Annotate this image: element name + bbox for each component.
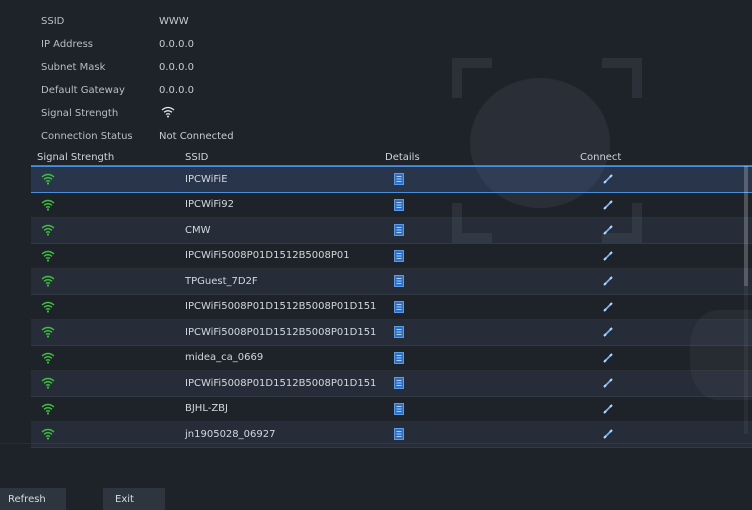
info-value: 0.0.0.0: [159, 62, 194, 73]
wifi-icon: [31, 199, 171, 211]
details-icon[interactable]: [371, 428, 566, 441]
details-icon[interactable]: [371, 224, 566, 237]
table-row[interactable]: IPCWiFiE: [31, 166, 752, 193]
details-icon[interactable]: [371, 249, 566, 262]
header-connect: Connect: [580, 152, 622, 163]
wifi-icon: [31, 275, 171, 287]
wifi-network-table: Signal Strength SSID Details Connect IPC…: [31, 150, 752, 448]
info-row-default-gateway: Default Gateway 0.0.0.0: [0, 79, 260, 102]
connect-icon[interactable]: [566, 225, 752, 235]
wifi-icon: [159, 106, 175, 121]
connect-icon[interactable]: [566, 302, 752, 312]
connect-icon[interactable]: [566, 174, 752, 184]
wifi-icon: [31, 301, 171, 313]
ssid-cell: IPCWiFi5008P01D1512B5008P01D151: [185, 326, 377, 338]
connect-icon[interactable]: [566, 378, 752, 388]
header-details: Details: [385, 152, 420, 163]
connect-icon[interactable]: [566, 327, 752, 337]
connection-status-value: Not Connected: [159, 131, 234, 142]
details-icon[interactable]: [371, 275, 566, 288]
connect-icon[interactable]: [566, 276, 752, 286]
ssid-cell: BJHL-ZBJ: [185, 403, 228, 415]
info-label: Signal Strength: [41, 108, 119, 119]
info-row-signal-strength: Signal Strength: [0, 102, 260, 125]
exit-button[interactable]: Exit: [103, 488, 165, 510]
info-row-connection-status: Connection Status Not Connected: [0, 125, 260, 148]
connect-icon[interactable]: [566, 353, 752, 363]
ssid-cell: midea_ca_0669: [185, 352, 264, 364]
info-label: SSID: [41, 16, 65, 27]
info-row-subnet-mask: Subnet Mask 0.0.0.0: [0, 56, 260, 79]
connect-icon[interactable]: [566, 251, 752, 261]
ssid-cell: TPGuest_7D2F: [185, 275, 258, 287]
details-icon[interactable]: [371, 198, 566, 211]
info-label: Connection Status: [41, 131, 133, 142]
ssid-cell: IPCWiFi5008P01D1512B5008P01D151: [185, 301, 377, 313]
wifi-icon: [31, 428, 171, 440]
info-value: WWW: [159, 16, 189, 27]
info-label: Default Gateway: [41, 85, 125, 96]
refresh-button[interactable]: Refresh: [0, 488, 66, 510]
details-icon[interactable]: [371, 351, 566, 364]
table-row[interactable]: TPGuest_7D2F: [31, 269, 752, 295]
table-row[interactable]: CMW: [31, 218, 752, 244]
details-icon[interactable]: [371, 300, 566, 313]
table-row[interactable]: midea_ca_0669: [31, 346, 752, 371]
wifi-icon: [31, 377, 171, 389]
details-icon[interactable]: [371, 326, 566, 339]
connect-icon[interactable]: [566, 200, 752, 210]
wifi-icon: [31, 326, 171, 338]
wifi-icon: [31, 352, 171, 364]
ssid-cell: IPCWiFi5008P01D1512B5008P01D151: [185, 377, 377, 389]
ssid-cell: CMW: [185, 224, 211, 236]
table-row[interactable]: IPCWiFi5008P01D1512B5008P01: [31, 244, 752, 269]
table-body: IPCWiFiE IPCWiFi92 CMW IPCWiFi5008P01D1512B…: [31, 166, 752, 448]
details-icon[interactable]: [371, 377, 566, 390]
info-label: Subnet Mask: [41, 62, 106, 73]
table-row[interactable]: IPCWiFi5008P01D1512B5008P01D151: [31, 371, 752, 397]
details-icon[interactable]: [371, 402, 566, 415]
wifi-info-panel: SSID WWW IP Address 0.0.0.0 Subnet Mask …: [0, 10, 260, 148]
table-scrollbar[interactable]: [744, 166, 748, 434]
table-row[interactable]: BJHL-ZBJ: [31, 397, 752, 422]
scrollbar-thumb[interactable]: [744, 166, 748, 286]
table-row[interactable]: IPCWiFi5008P01D1512B5008P01D151: [31, 320, 752, 346]
table-row[interactable]: IPCWiFi92: [31, 193, 752, 218]
wifi-icon: [31, 173, 171, 185]
table-row[interactable]: IPCWiFi5008P01D1512B5008P01D151: [31, 295, 752, 320]
ssid-cell: jn1905028_06927: [185, 428, 276, 440]
connect-icon[interactable]: [566, 404, 752, 414]
details-icon[interactable]: [371, 173, 566, 186]
divider: [0, 443, 752, 444]
wifi-icon: [31, 250, 171, 262]
info-row-ssid: SSID WWW: [0, 10, 260, 33]
connect-icon[interactable]: [566, 429, 752, 439]
info-value: 0.0.0.0: [159, 85, 194, 96]
info-label: IP Address: [41, 39, 93, 50]
info-row-ip-address: IP Address 0.0.0.0: [0, 33, 260, 56]
ssid-cell: IPCWiFi92: [185, 199, 234, 211]
header-signal-strength: Signal Strength: [37, 152, 115, 163]
wifi-icon: [31, 403, 171, 415]
wifi-icon: [31, 224, 171, 236]
ssid-cell: IPCWiFi5008P01D1512B5008P01: [185, 250, 350, 262]
ssid-cell: IPCWiFiE: [185, 173, 228, 185]
table-header: Signal Strength SSID Details Connect: [31, 150, 752, 166]
header-ssid: SSID: [185, 152, 209, 163]
info-value: 0.0.0.0: [159, 39, 194, 50]
